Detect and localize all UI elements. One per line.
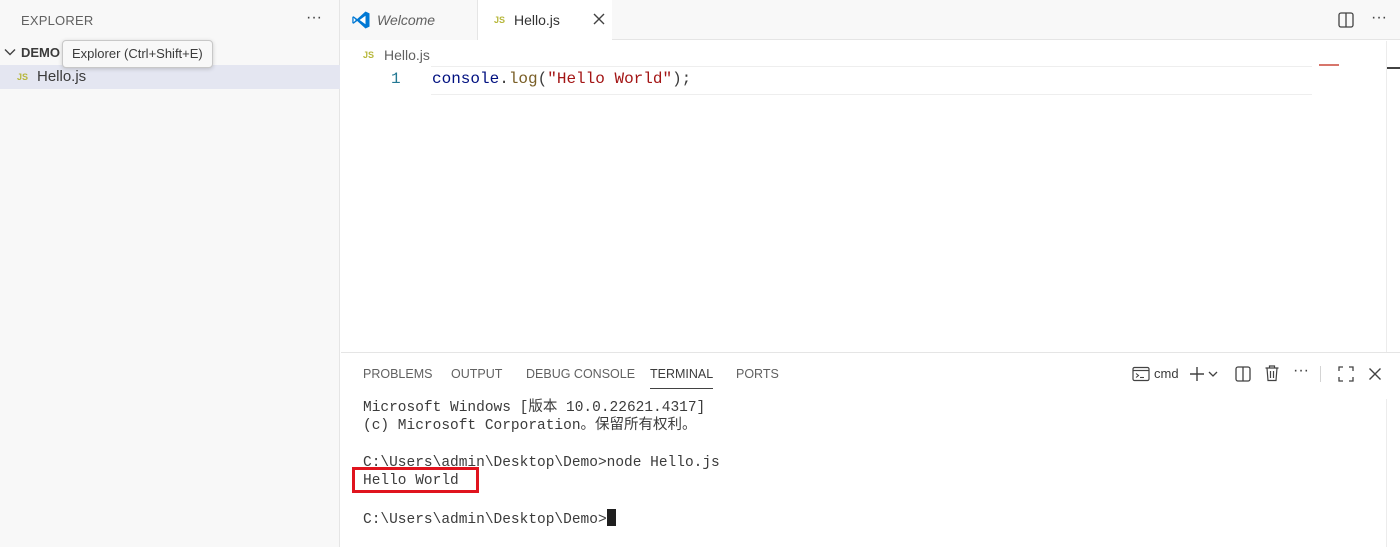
terminal-line: Hello World <box>363 473 459 490</box>
editor-more-actions-icon[interactable]: ··· <box>1368 8 1390 30</box>
tab-problems[interactable]: PROBLEMS <box>363 367 432 381</box>
bottom-panel: PROBLEMS OUTPUT DEBUG CONSOLE TERMINAL P… <box>341 352 1400 547</box>
code-token-string: "Hello World" <box>547 70 673 88</box>
chevron-down-icon[interactable] <box>1207 364 1219 384</box>
maximize-panel-icon[interactable] <box>1336 364 1356 384</box>
explorer-title: EXPLORER <box>21 13 94 28</box>
terminal-line: (c) Microsoft Corporation。保留所有权利。 <box>363 418 697 435</box>
explorer-more-actions-icon[interactable]: ··· <box>303 8 325 30</box>
panel-actions-divider <box>1320 366 1321 382</box>
terminal-line: C:\Users\admin\Desktop\Demo>node Hello.j… <box>363 454 720 471</box>
terminal-prompt-line: C:\Users\admin\Desktop\Demo> <box>363 508 1383 529</box>
chevron-down-icon <box>4 49 16 56</box>
code-token-close: ); <box>672 70 692 88</box>
file-name: Hello.js <box>37 68 87 85</box>
tab-hello-js[interactable]: JS Hello.js <box>478 0 612 41</box>
close-panel-icon[interactable] <box>1365 364 1385 384</box>
terminal-line: Microsoft Windows [版本 10.0.22621.4317] <box>363 400 706 416</box>
tab-debug-console[interactable]: DEBUG CONSOLE <box>526 367 635 381</box>
output-highlight-box <box>352 467 479 493</box>
code-editor[interactable]: JS Hello.js 1 console.log("Hello World")… <box>341 41 1400 352</box>
scrollbar-cursor-marker <box>1387 67 1400 69</box>
explorer-header: EXPLORER ··· <box>0 0 340 40</box>
explorer-tooltip: Explorer (Ctrl+Shift+E) <box>62 40 213 68</box>
js-file-icon: JS <box>363 50 375 60</box>
code-token-dot: . <box>499 70 509 88</box>
terminal-prompt: C:\Users\admin\Desktop\Demo> <box>363 511 607 528</box>
code-token-method: log <box>508 70 538 88</box>
editor-scrollbar[interactable] <box>1386 41 1400 352</box>
tab-welcome[interactable]: Welcome <box>340 0 478 40</box>
line-number: 1 <box>391 70 401 88</box>
code-token-open-paren: ( <box>537 70 548 88</box>
editor-tab-bar: Welcome JS Hello.js ··· <box>340 0 1400 41</box>
terminal-output[interactable]: Microsoft Windows [版本 10.0.22621.4317] (c… <box>363 399 1383 529</box>
close-icon[interactable] <box>590 10 608 28</box>
breadcrumb-file: Hello.js <box>384 47 430 63</box>
explorer-sidebar: EXPLORER ··· DEMO JS Hello.js Explorer (… <box>0 0 340 547</box>
tab-label: Hello.js <box>514 12 560 28</box>
terminal-name: cmd <box>1154 366 1179 381</box>
split-editor-icon[interactable] <box>1337 11 1355 29</box>
minimap-marker <box>1319 64 1339 66</box>
js-file-icon: JS <box>17 72 29 82</box>
tab-ports[interactable]: PORTS <box>736 367 779 381</box>
tab-terminal[interactable]: TERMINAL <box>650 367 714 389</box>
terminal-scrollbar[interactable] <box>1386 399 1400 547</box>
terminal-cursor <box>606 508 616 526</box>
vscode-icon <box>352 11 370 29</box>
split-terminal-icon[interactable] <box>1233 364 1253 384</box>
terminal-cmd-icon <box>1132 366 1150 382</box>
trash-icon[interactable] <box>1262 363 1282 383</box>
new-terminal-icon[interactable] <box>1187 364 1207 384</box>
folder-name: DEMO <box>21 45 60 60</box>
tab-output[interactable]: OUTPUT <box>451 367 502 381</box>
tab-label: Welcome <box>377 12 436 28</box>
panel-more-actions-icon[interactable]: ··· <box>1291 361 1311 381</box>
code-line[interactable]: console.log("Hello World"); <box>432 70 691 88</box>
js-file-icon: JS <box>494 15 506 25</box>
file-item-hello-js[interactable]: JS Hello.js <box>0 65 340 89</box>
code-token-object: console <box>432 70 500 88</box>
